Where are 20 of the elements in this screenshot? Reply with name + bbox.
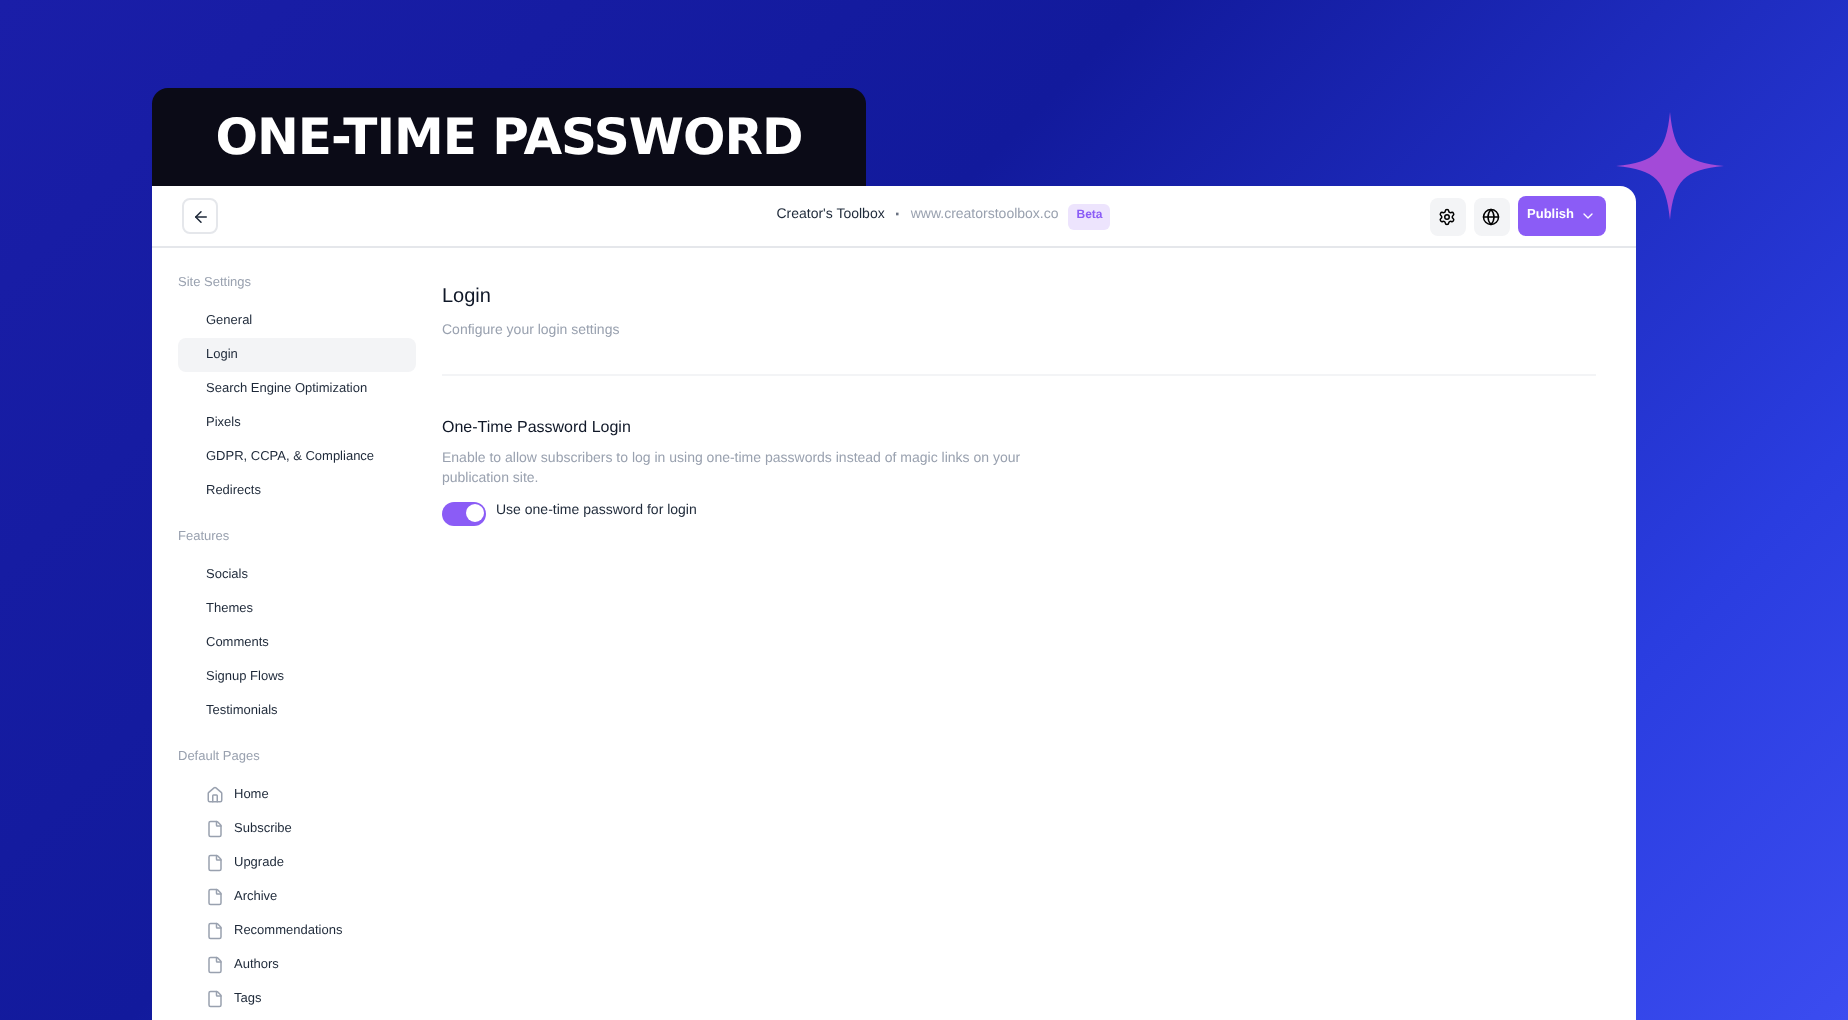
back-arrow-icon: [191, 207, 209, 225]
separator: ·: [894, 202, 901, 229]
back-button[interactable]: [182, 198, 218, 234]
chevron-down-icon: [1580, 208, 1596, 224]
page-icon: [206, 888, 224, 906]
banner-title: ONE-TIME PASSWORD: [152, 88, 866, 186]
page-icon: [206, 820, 224, 838]
toggle-switch[interactable]: [442, 501, 486, 525]
page-icon: [206, 956, 224, 974]
home-icon: [206, 786, 224, 804]
section-title: One-Time Password Login: [442, 415, 633, 439]
settings-button[interactable]: [1429, 197, 1466, 235]
page-icon: [206, 922, 224, 940]
globe-button[interactable]: [1473, 197, 1510, 235]
settings-icon: [1438, 207, 1457, 225]
sparkle-icon: [1616, 112, 1724, 220]
page-icon: [206, 990, 224, 1008]
globe-icon: [1482, 207, 1501, 225]
page-title: Login: [442, 284, 493, 312]
page-icon: [206, 854, 224, 872]
